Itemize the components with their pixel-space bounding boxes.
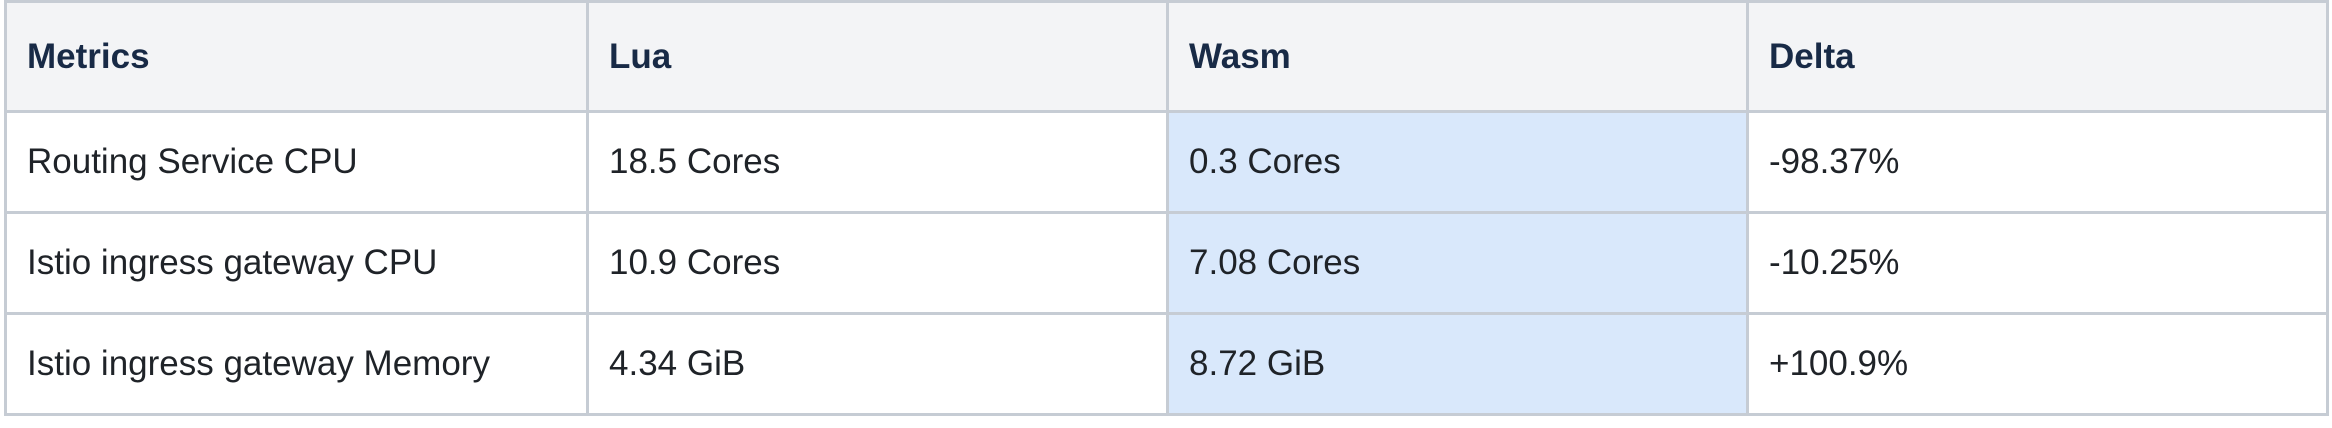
cell-lua: 10.9 Cores (586, 211, 1169, 315)
header-wasm: Wasm (1166, 0, 1749, 113)
comparison-table-container: Metrics Lua Wasm Delta Routing Service C… (4, 0, 2329, 416)
table-row: Istio ingress gateway Memory 4.34 GiB 8.… (4, 312, 2329, 416)
table-row: Routing Service CPU 18.5 Cores 0.3 Cores… (4, 110, 2329, 214)
table-body: Routing Service CPU 18.5 Cores 0.3 Cores… (4, 110, 2329, 416)
cell-metric: Routing Service CPU (4, 110, 589, 214)
header-lua: Lua (586, 0, 1169, 113)
comparison-table: Metrics Lua Wasm Delta Routing Service C… (4, 0, 2329, 416)
cell-wasm: 0.3 Cores (1166, 110, 1749, 214)
cell-delta: -10.25% (1746, 211, 2329, 315)
cell-lua: 4.34 GiB (586, 312, 1169, 416)
cell-metric: Istio ingress gateway CPU (4, 211, 589, 315)
cell-delta: -98.37% (1746, 110, 2329, 214)
table-header: Metrics Lua Wasm Delta (4, 0, 2329, 113)
header-delta: Delta (1746, 0, 2329, 113)
cell-wasm: 8.72 GiB (1166, 312, 1749, 416)
header-metrics: Metrics (4, 0, 589, 113)
cell-lua: 18.5 Cores (586, 110, 1169, 214)
table-row: Istio ingress gateway CPU 10.9 Cores 7.0… (4, 211, 2329, 315)
cell-metric: Istio ingress gateway Memory (4, 312, 589, 416)
cell-wasm: 7.08 Cores (1166, 211, 1749, 315)
cell-delta: +100.9% (1746, 312, 2329, 416)
header-row: Metrics Lua Wasm Delta (4, 0, 2329, 113)
